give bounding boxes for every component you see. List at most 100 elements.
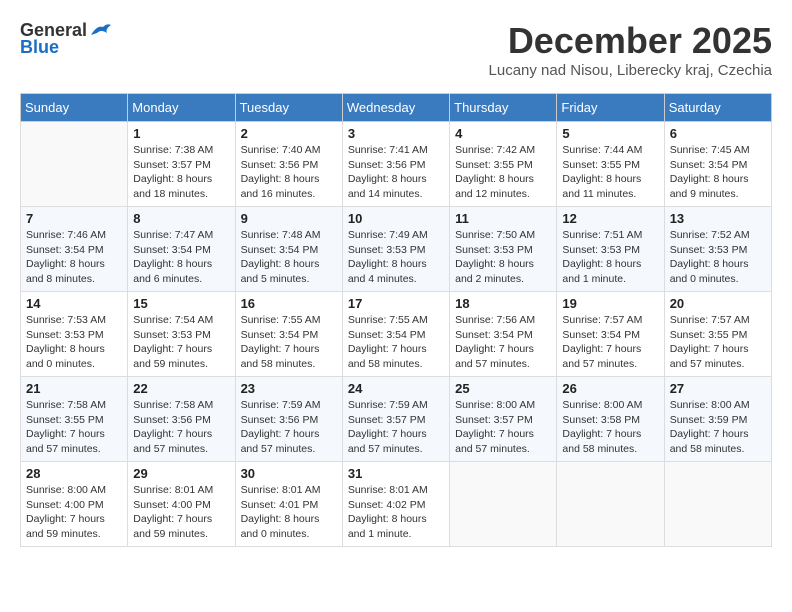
- day-info: Sunrise: 8:01 AM Sunset: 4:02 PM Dayligh…: [348, 483, 444, 542]
- calendar-cell: 7Sunrise: 7:46 AM Sunset: 3:54 PM Daylig…: [21, 207, 128, 292]
- day-number: 4: [455, 126, 551, 141]
- day-number: 23: [241, 381, 337, 396]
- logo-blue: Blue: [20, 37, 59, 58]
- calendar-cell: 5 Sunrise: 7:44 AM Sunset: 3:55 PM Daylig…: [557, 122, 664, 207]
- day-info: Sunrise: 7:50 AM Sunset: 3:53 PM Dayligh…: [455, 228, 551, 287]
- day-info: Sunrise: 7:44 AM Sunset: 3:55 PM Dayligh…: [562, 143, 658, 202]
- location-subtitle: Lucany nad Nisou, Liberecky kraj, Czechi…: [489, 62, 772, 79]
- calendar-cell: [664, 462, 771, 547]
- day-number: 9: [241, 211, 337, 226]
- calendar-cell: 4 Sunrise: 7:42 AM Sunset: 3:55 PM Daylig…: [450, 122, 557, 207]
- day-number: 29: [133, 466, 229, 481]
- calendar-cell: 9 Sunrise: 7:48 AM Sunset: 3:54 PM Daylig…: [235, 207, 342, 292]
- calendar-week-1: 1Sunrise: 7:38 AM Sunset: 3:57 PM Daylig…: [21, 122, 772, 207]
- day-info: Sunrise: 7:55 AM Sunset: 3:54 PM Dayligh…: [348, 313, 444, 372]
- day-number: 20: [670, 296, 766, 311]
- day-info: Sunrise: 7:49 AM Sunset: 3:53 PM Dayligh…: [348, 228, 444, 287]
- day-info: Sunrise: 7:54 AM Sunset: 3:53 PM Dayligh…: [133, 313, 229, 372]
- logo: General Blue: [20, 20, 111, 58]
- day-info: Sunrise: 8:01 AM Sunset: 4:00 PM Dayligh…: [133, 483, 229, 542]
- day-info: Sunrise: 7:48 AM Sunset: 3:54 PM Dayligh…: [241, 228, 337, 287]
- day-number: 26: [562, 381, 658, 396]
- day-number: 2: [241, 126, 337, 141]
- calendar-cell: 26 Sunrise: 8:00 AM Sunset: 3:58 PM Dayli…: [557, 377, 664, 462]
- calendar-cell: [21, 122, 128, 207]
- calendar-cell: 31 Sunrise: 8:01 AM Sunset: 4:02 PM Dayli…: [342, 462, 449, 547]
- day-number: 17: [348, 296, 444, 311]
- calendar-week-3: 14Sunrise: 7:53 AM Sunset: 3:53 PM Dayli…: [21, 292, 772, 377]
- calendar-cell: 20 Sunrise: 7:57 AM Sunset: 3:55 PM Dayli…: [664, 292, 771, 377]
- calendar-cell: [450, 462, 557, 547]
- calendar-cell: 10 Sunrise: 7:49 AM Sunset: 3:53 PM Dayli…: [342, 207, 449, 292]
- calendar-cell: 25Sunrise: 8:00 AM Sunset: 3:57 PM Dayli…: [450, 377, 557, 462]
- calendar-cell: 23 Sunrise: 7:59 AM Sunset: 3:56 PM Dayli…: [235, 377, 342, 462]
- calendar-cell: 3 Sunrise: 7:41 AM Sunset: 3:56 PM Daylig…: [342, 122, 449, 207]
- day-info: Sunrise: 7:41 AM Sunset: 3:56 PM Dayligh…: [348, 143, 444, 202]
- day-number: 27: [670, 381, 766, 396]
- day-info: Sunrise: 8:00 AM Sunset: 4:00 PM Dayligh…: [26, 483, 122, 542]
- day-info: Sunrise: 7:45 AM Sunset: 3:54 PM Dayligh…: [670, 143, 766, 202]
- day-number: 31: [348, 466, 444, 481]
- day-number: 15: [133, 296, 229, 311]
- day-info: Sunrise: 7:59 AM Sunset: 3:57 PM Dayligh…: [348, 398, 444, 457]
- header-sunday: Sunday: [21, 94, 128, 122]
- day-info: Sunrise: 7:38 AM Sunset: 3:57 PM Dayligh…: [133, 143, 229, 202]
- calendar-cell: 18Sunrise: 7:56 AM Sunset: 3:54 PM Dayli…: [450, 292, 557, 377]
- day-info: Sunrise: 7:51 AM Sunset: 3:53 PM Dayligh…: [562, 228, 658, 287]
- day-number: 24: [348, 381, 444, 396]
- day-info: Sunrise: 8:00 AM Sunset: 3:58 PM Dayligh…: [562, 398, 658, 457]
- header-saturday: Saturday: [664, 94, 771, 122]
- logo-bird-icon: [89, 23, 111, 37]
- header-tuesday: Tuesday: [235, 94, 342, 122]
- calendar-cell: 17 Sunrise: 7:55 AM Sunset: 3:54 PM Dayli…: [342, 292, 449, 377]
- calendar-table: SundayMondayTuesdayWednesdayThursdayFrid…: [20, 93, 772, 547]
- day-number: 14: [26, 296, 122, 311]
- calendar-cell: 21 Sunrise: 7:58 AM Sunset: 3:55 PM Dayli…: [21, 377, 128, 462]
- header-friday: Friday: [557, 94, 664, 122]
- day-number: 13: [670, 211, 766, 226]
- day-number: 12: [562, 211, 658, 226]
- day-number: 7: [26, 211, 122, 226]
- page-header: General Blue December 2025 Lucany nad Ni…: [20, 20, 772, 89]
- calendar-header-row: SundayMondayTuesdayWednesdayThursdayFrid…: [21, 94, 772, 122]
- calendar-cell: 27 Sunrise: 8:00 AM Sunset: 3:59 PM Dayli…: [664, 377, 771, 462]
- day-number: 5: [562, 126, 658, 141]
- day-number: 21: [26, 381, 122, 396]
- title-block: December 2025 Lucany nad Nisou, Libereck…: [489, 20, 772, 89]
- calendar-cell: 16Sunrise: 7:55 AM Sunset: 3:54 PM Dayli…: [235, 292, 342, 377]
- calendar-cell: 29 Sunrise: 8:01 AM Sunset: 4:00 PM Dayli…: [128, 462, 235, 547]
- header-monday: Monday: [128, 94, 235, 122]
- day-info: Sunrise: 8:01 AM Sunset: 4:01 PM Dayligh…: [241, 483, 337, 542]
- day-info: Sunrise: 7:58 AM Sunset: 3:55 PM Dayligh…: [26, 398, 122, 457]
- header-thursday: Thursday: [450, 94, 557, 122]
- calendar-cell: 24 Sunrise: 7:59 AM Sunset: 3:57 PM Dayli…: [342, 377, 449, 462]
- day-number: 22: [133, 381, 229, 396]
- day-number: 25: [455, 381, 551, 396]
- day-info: Sunrise: 7:56 AM Sunset: 3:54 PM Dayligh…: [455, 313, 551, 372]
- calendar-week-5: 28Sunrise: 8:00 AM Sunset: 4:00 PM Dayli…: [21, 462, 772, 547]
- day-number: 8: [133, 211, 229, 226]
- calendar-cell: 14Sunrise: 7:53 AM Sunset: 3:53 PM Dayli…: [21, 292, 128, 377]
- calendar-cell: 2 Sunrise: 7:40 AM Sunset: 3:56 PM Daylig…: [235, 122, 342, 207]
- calendar-cell: 28Sunrise: 8:00 AM Sunset: 4:00 PM Dayli…: [21, 462, 128, 547]
- day-info: Sunrise: 7:57 AM Sunset: 3:55 PM Dayligh…: [670, 313, 766, 372]
- day-info: Sunrise: 7:59 AM Sunset: 3:56 PM Dayligh…: [241, 398, 337, 457]
- calendar-week-4: 21 Sunrise: 7:58 AM Sunset: 3:55 PM Dayli…: [21, 377, 772, 462]
- day-info: Sunrise: 7:47 AM Sunset: 3:54 PM Dayligh…: [133, 228, 229, 287]
- calendar-cell: 8 Sunrise: 7:47 AM Sunset: 3:54 PM Daylig…: [128, 207, 235, 292]
- calendar-cell: 15 Sunrise: 7:54 AM Sunset: 3:53 PM Dayli…: [128, 292, 235, 377]
- calendar-cell: 11Sunrise: 7:50 AM Sunset: 3:53 PM Dayli…: [450, 207, 557, 292]
- day-info: Sunrise: 7:58 AM Sunset: 3:56 PM Dayligh…: [133, 398, 229, 457]
- day-info: Sunrise: 7:42 AM Sunset: 3:55 PM Dayligh…: [455, 143, 551, 202]
- calendar-cell: 1Sunrise: 7:38 AM Sunset: 3:57 PM Daylig…: [128, 122, 235, 207]
- day-number: 3: [348, 126, 444, 141]
- calendar-cell: 12 Sunrise: 7:51 AM Sunset: 3:53 PM Dayli…: [557, 207, 664, 292]
- day-info: Sunrise: 7:57 AM Sunset: 3:54 PM Dayligh…: [562, 313, 658, 372]
- day-number: 16: [241, 296, 337, 311]
- day-info: Sunrise: 8:00 AM Sunset: 3:59 PM Dayligh…: [670, 398, 766, 457]
- day-info: Sunrise: 7:40 AM Sunset: 3:56 PM Dayligh…: [241, 143, 337, 202]
- day-info: Sunrise: 7:52 AM Sunset: 3:53 PM Dayligh…: [670, 228, 766, 287]
- day-number: 10: [348, 211, 444, 226]
- header-wednesday: Wednesday: [342, 94, 449, 122]
- calendar-cell: 13 Sunrise: 7:52 AM Sunset: 3:53 PM Dayli…: [664, 207, 771, 292]
